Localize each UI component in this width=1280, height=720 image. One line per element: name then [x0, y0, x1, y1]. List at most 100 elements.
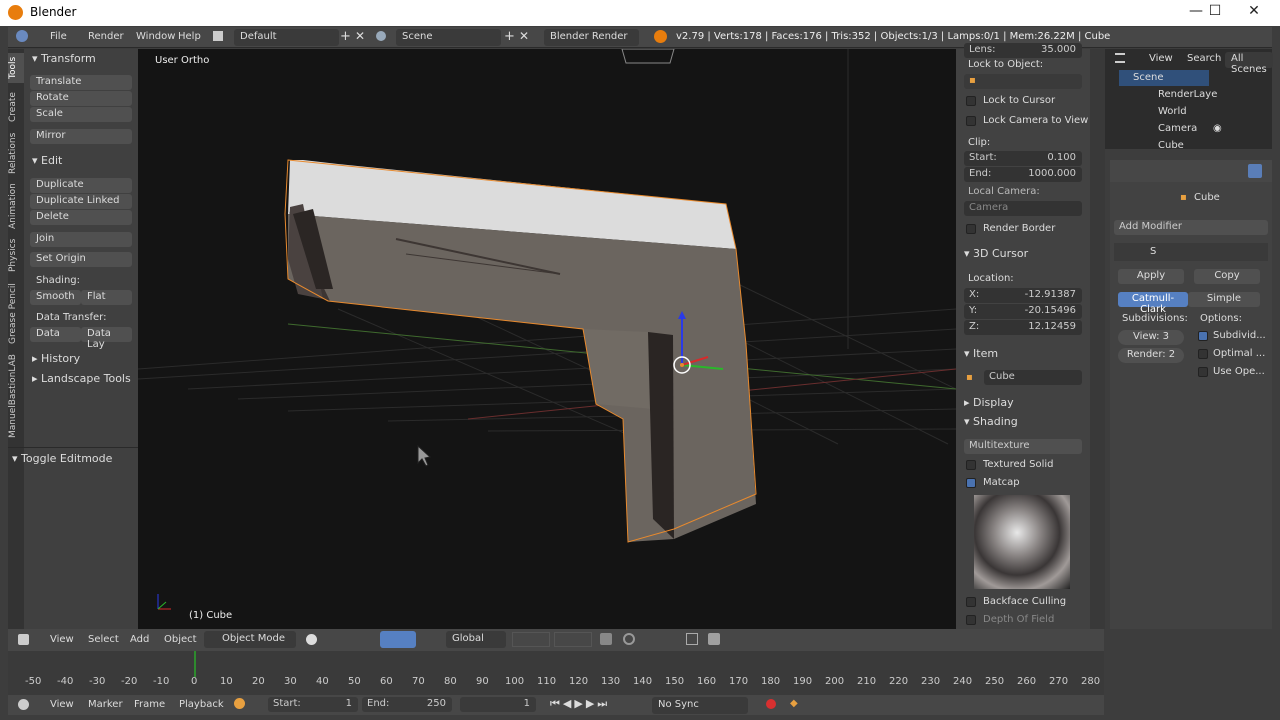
mode-selector[interactable]: Object Mode — [204, 631, 296, 648]
toggle-editmode-header[interactable]: ▾ Toggle Editmode — [12, 452, 112, 465]
item-name-field[interactable]: Cube — [984, 370, 1082, 385]
layout-selector[interactable]: Default — [234, 29, 339, 46]
lock-cursor-checkbox[interactable] — [966, 96, 976, 106]
current-frame-marker[interactable] — [194, 651, 196, 677]
menu-render[interactable]: Render — [88, 31, 124, 42]
remove-scene-icon[interactable]: ✕ — [519, 29, 529, 43]
vp-menu-select[interactable]: Select — [88, 634, 119, 645]
layer-buttons-a[interactable] — [512, 632, 550, 647]
manipulator-toggle[interactable] — [380, 631, 416, 648]
sync-mode-selector[interactable]: No Sync — [652, 697, 748, 714]
lock-object-field[interactable]: ▪ — [964, 74, 1082, 89]
backface-culling-checkbox[interactable] — [966, 597, 976, 607]
data-layers-button[interactable]: Data Lay — [81, 327, 132, 350]
camera-object[interactable] — [621, 49, 675, 64]
flat-button[interactable]: Flat — [81, 290, 132, 305]
lock-camera-checkbox[interactable] — [966, 116, 976, 126]
snap-icon[interactable] — [686, 633, 698, 645]
history-panel-header[interactable]: ▸ History — [32, 352, 80, 365]
join-button[interactable]: Join — [30, 232, 132, 247]
maximize-button[interactable]: ☐ — [1195, 3, 1235, 23]
use-opensubdiv-checkbox[interactable] — [1198, 367, 1208, 377]
outliner-item-cube[interactable]: Cube — [1158, 140, 1184, 149]
delete-button[interactable]: Delete — [30, 210, 132, 225]
modifier-header[interactable] — [1114, 243, 1268, 261]
multitexture-dropdown[interactable]: Multitexture — [964, 439, 1082, 454]
translate-button[interactable]: Translate — [30, 75, 132, 90]
tab-create[interactable]: Create — [8, 89, 24, 125]
local-camera-field[interactable]: Camera — [964, 201, 1082, 216]
catmull-clark-button[interactable]: Catmull-Clark — [1118, 292, 1188, 315]
optimal-display-checkbox[interactable] — [1198, 349, 1208, 359]
transform-panel-header[interactable]: ▾ Transform — [32, 52, 96, 65]
rotate-button[interactable]: Rotate — [30, 91, 132, 106]
timeline[interactable] — [8, 651, 1104, 695]
outliner-view-menu[interactable]: View — [1149, 53, 1173, 64]
cursor-y-field[interactable]: Y: -20.15496 — [964, 304, 1082, 319]
tab-grease-pencil[interactable]: Grease Pencil — [8, 281, 24, 347]
tl-menu-playback[interactable]: Playback — [179, 699, 224, 710]
cube-mesh[interactable] — [284, 159, 757, 543]
menu-help[interactable]: Help — [178, 31, 201, 42]
lens-field[interactable]: Lens: 35.000 — [964, 43, 1082, 58]
clip-start-field[interactable]: Start: 0.100 — [964, 151, 1082, 166]
editor-type-icon[interactable] — [18, 634, 29, 645]
landscape-tools-header[interactable]: ▸ Landscape Tools — [32, 372, 131, 385]
view-levels-field[interactable]: View: 3 — [1118, 330, 1184, 345]
display-panel-header[interactable]: ▸ Display — [964, 396, 1014, 409]
apply-button[interactable]: Apply — [1118, 269, 1184, 284]
render-engine-selector[interactable]: Blender Render — [544, 29, 639, 46]
menu-window[interactable]: Window — [136, 31, 175, 42]
matcap-checkbox[interactable] — [966, 478, 976, 488]
subdivide-uvs-checkbox[interactable] — [1198, 331, 1208, 341]
tab-physics[interactable]: Physics — [8, 235, 24, 275]
lock-layers-icon[interactable] — [600, 633, 612, 645]
3d-cursor-panel-header[interactable]: ▾ 3D Cursor — [964, 247, 1028, 260]
viewport-shading-icon[interactable] — [306, 634, 317, 645]
start-frame-field[interactable]: Start: 1 — [268, 697, 358, 712]
close-window-button[interactable]: ✕ — [1234, 3, 1274, 23]
copy-button[interactable]: Copy — [1194, 269, 1260, 284]
record-icon[interactable] — [766, 699, 776, 709]
mirror-button[interactable]: Mirror — [30, 129, 132, 144]
3d-viewport[interactable]: User Ortho (1) Cube — [138, 49, 956, 629]
current-frame-field[interactable]: 1 — [460, 697, 536, 712]
tl-menu-view[interactable]: View — [50, 699, 74, 710]
layer-buttons-b[interactable] — [554, 632, 592, 647]
tab-relations[interactable]: Relations — [8, 129, 24, 177]
add-scene-icon[interactable]: + — [504, 29, 515, 44]
render-preview-icon[interactable] — [708, 633, 720, 645]
vp-menu-add[interactable]: Add — [130, 634, 149, 645]
modifier-wrench-icon[interactable] — [1248, 164, 1262, 178]
textured-solid-checkbox[interactable] — [966, 460, 976, 470]
render-border-checkbox[interactable] — [966, 224, 976, 234]
set-origin-dropdown[interactable]: Set Origin — [30, 252, 132, 267]
cursor-x-field[interactable]: X: -12.91387 — [964, 288, 1082, 303]
tl-menu-marker[interactable]: Marker — [88, 699, 123, 710]
scale-button[interactable]: Scale — [30, 107, 132, 122]
add-layout-icon[interactable]: + — [340, 29, 351, 44]
remove-layout-icon[interactable]: ✕ — [355, 29, 365, 43]
transform-orientation-selector[interactable]: Global — [446, 631, 506, 648]
vp-menu-object[interactable]: Object — [164, 634, 197, 645]
edit-panel-header[interactable]: ▾ Edit — [32, 154, 62, 167]
simple-button[interactable]: Simple — [1188, 292, 1260, 307]
render-levels-field[interactable]: Render: 2 — [1118, 348, 1184, 363]
duplicate-button[interactable]: Duplicate — [30, 178, 132, 193]
keying-set-icon[interactable] — [234, 698, 245, 709]
outliner-search-menu[interactable]: Search — [1187, 53, 1221, 64]
outliner-item-camera[interactable]: Camera — [1158, 123, 1197, 134]
proportional-edit-icon[interactable] — [623, 633, 635, 645]
end-frame-field[interactable]: End: 250 — [362, 697, 452, 712]
tab-tools[interactable]: Tools — [8, 53, 24, 83]
tab-animation[interactable]: Animation — [8, 181, 24, 231]
vp-menu-view[interactable]: View — [50, 634, 74, 645]
playback-controls[interactable]: ⏮◀▶▶⏭ — [550, 697, 610, 711]
shading-panel-header[interactable]: ▾ Shading — [964, 415, 1018, 428]
tl-menu-frame[interactable]: Frame — [134, 699, 165, 710]
outliner-item-world[interactable]: World — [1158, 106, 1187, 117]
props-scrollbar[interactable] — [1090, 49, 1105, 629]
add-modifier-dropdown[interactable]: Add Modifier — [1114, 220, 1268, 235]
duplicate-linked-button[interactable]: Duplicate Linked — [30, 194, 132, 209]
depth-of-field-checkbox[interactable] — [966, 615, 976, 625]
